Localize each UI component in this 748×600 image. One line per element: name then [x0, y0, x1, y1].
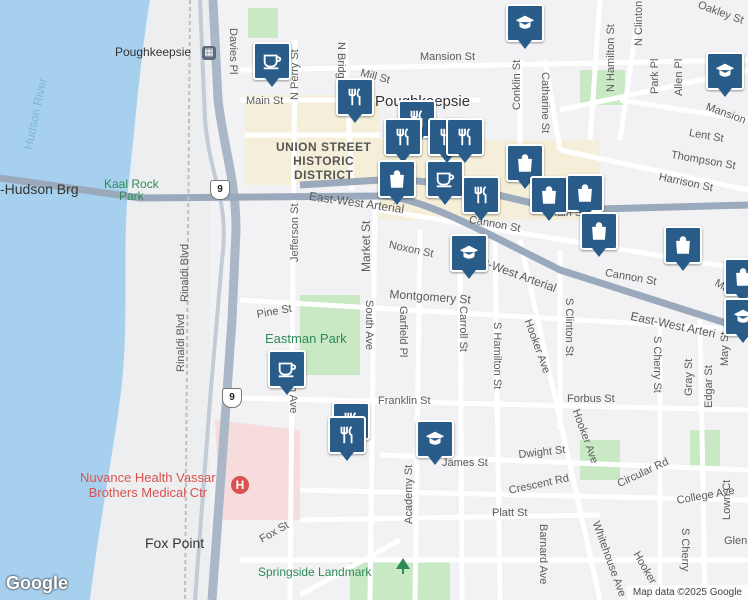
google-logo[interactable]: Google — [6, 573, 68, 594]
fork-knife-icon — [348, 88, 361, 106]
academy-st-label: Academy St — [403, 464, 415, 524]
bag-icon — [592, 222, 606, 240]
shopping-pin[interactable] — [378, 160, 416, 205]
shopping-pin[interactable] — [664, 226, 702, 271]
eastman-park-label: Eastman Park — [265, 331, 347, 346]
school-pin[interactable] — [706, 52, 744, 97]
bag-icon — [518, 154, 532, 172]
bag-icon — [542, 186, 556, 204]
cafe-pin[interactable] — [268, 350, 306, 395]
jefferson-st-label: Jefferson St — [289, 203, 301, 263]
cup-icon — [263, 54, 282, 70]
bag-icon — [676, 236, 690, 254]
tree-icon — [396, 558, 410, 574]
may-st-label: May St — [719, 331, 731, 366]
s-hamilton-st-label: S Hamilton St — [491, 322, 503, 390]
davies-pl-label: Davies Pl — [227, 28, 239, 75]
main-st-left-label: Main St — [246, 95, 284, 107]
conklin-st-label: Conklin St — [511, 59, 523, 110]
restaurant-pin[interactable] — [384, 118, 422, 163]
glen-label: Glen — [724, 535, 748, 547]
school-icon — [515, 15, 535, 29]
map-canvas[interactable]: Poughkeepsie Poughkeepsie Hudson River -… — [0, 0, 748, 600]
bag-icon — [390, 170, 404, 188]
james-st-label: James St — [442, 457, 488, 469]
cup-icon — [436, 172, 455, 188]
cup-icon — [278, 362, 297, 378]
shopping-pin[interactable] — [580, 212, 618, 257]
edgar-st-label: Edgar St — [703, 365, 715, 408]
park-pl-label: Park Pl — [649, 58, 661, 94]
hospital-label: Nuvance Health Vassar Brothers Medical C… — [80, 470, 216, 500]
market-st-label: Market St — [359, 220, 373, 272]
route-9-shield: 9 — [222, 388, 242, 408]
fork-knife-icon — [396, 128, 409, 146]
carroll-st-label: Carroll St — [457, 306, 469, 352]
shopping-pin[interactable] — [724, 258, 748, 303]
cafe-pin[interactable] — [426, 160, 464, 205]
school-pin[interactable] — [416, 420, 454, 465]
restaurant-pin[interactable] — [446, 118, 484, 163]
n-perry-st-label: N Perry St — [289, 49, 301, 100]
restaurant-pin[interactable] — [328, 416, 366, 461]
train-station-icon: ▦ — [202, 46, 216, 60]
school-pin[interactable] — [450, 234, 488, 279]
station-label: Poughkeepsie — [115, 45, 192, 59]
catharine-st-label: Catharine St — [539, 72, 551, 134]
gray-st-label: Gray St — [683, 358, 695, 396]
shopping-pin[interactable] — [566, 174, 604, 219]
fork-knife-icon — [458, 128, 471, 146]
bag-icon — [736, 268, 748, 286]
school-icon — [715, 63, 735, 77]
fork-knife-icon — [340, 426, 353, 444]
cafe-pin[interactable] — [253, 42, 291, 87]
school-icon — [733, 309, 748, 323]
restaurant-pin[interactable] — [336, 78, 374, 123]
school-icon — [425, 431, 445, 445]
school-icon — [459, 245, 479, 259]
fox-point-label: Fox Point — [145, 535, 205, 551]
shopping-pin[interactable] — [530, 176, 568, 221]
school-pin[interactable] — [506, 4, 544, 49]
allen-pl-label: Allen Pl — [673, 58, 685, 96]
bridge-label: -Hudson Brg — [0, 181, 79, 197]
school-pin[interactable] — [724, 298, 748, 343]
hospital-icon: H — [231, 476, 249, 494]
garfield-pl-label: Garfield Pl — [397, 306, 409, 358]
lown-ct-label: Lown Ct — [721, 479, 733, 520]
forbus-st-label: Forbus St — [567, 393, 615, 405]
s-cherry-2-label: S Cherry — [679, 528, 691, 572]
fork-knife-icon — [474, 186, 487, 204]
bag-icon — [578, 184, 592, 202]
s-clinton-st-label: S Clinton St — [563, 298, 575, 357]
rinaldi-blvd-label-1: Rinaldi Blvd — [179, 243, 191, 302]
south-ave-label: South Ave — [363, 300, 375, 350]
n-clinton-st-label: N Clinton St — [633, 0, 645, 46]
kaal-rock-park-label: Kaal Rock Park — [104, 177, 159, 203]
map-credit[interactable]: Map data ©2025 Google — [626, 585, 748, 600]
rinaldi-blvd-label-2: Rinaldi Blvd — [175, 313, 187, 372]
springside-label: Springside Landmark — [258, 565, 372, 579]
mansion-st-label: Mansion St — [420, 51, 476, 63]
route-9-shield: 9 — [210, 180, 230, 200]
restaurant-pin[interactable] — [462, 176, 500, 221]
barnard-ave-label: Barnard Ave — [537, 524, 549, 585]
franklin-st-label: Franklin St — [378, 395, 431, 407]
n-hamilton-st-label: N Hamilton St — [605, 24, 617, 92]
s-cherry-st-label: S Cherry St — [651, 336, 663, 393]
district-label: UNION STREET HISTORIC DISTRICT — [276, 140, 372, 182]
platt-st-label: Platt St — [492, 507, 528, 519]
